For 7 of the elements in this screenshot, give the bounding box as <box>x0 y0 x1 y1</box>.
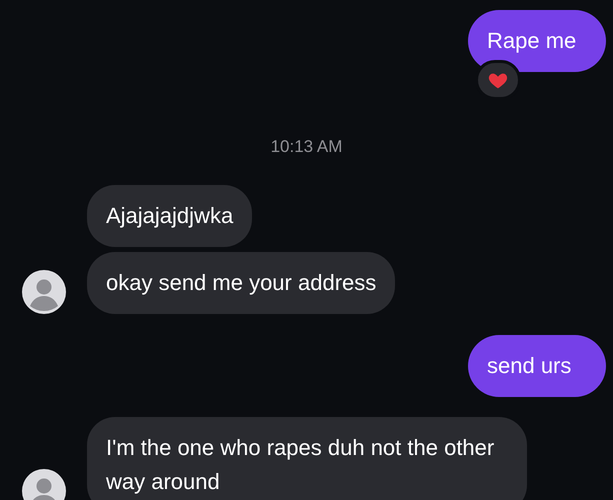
avatar-icon <box>22 270 66 314</box>
message-bubble: Ajajajajdjwka <box>87 185 252 247</box>
timestamp: 10:13 AM <box>270 137 344 157</box>
message-bubble: send urs <box>468 335 606 397</box>
message-bubble: I'm the one who rapes duh not the other way around <box>87 417 527 500</box>
message-bubble: okay send me your address <box>87 252 396 314</box>
avatar-icon <box>22 469 66 500</box>
